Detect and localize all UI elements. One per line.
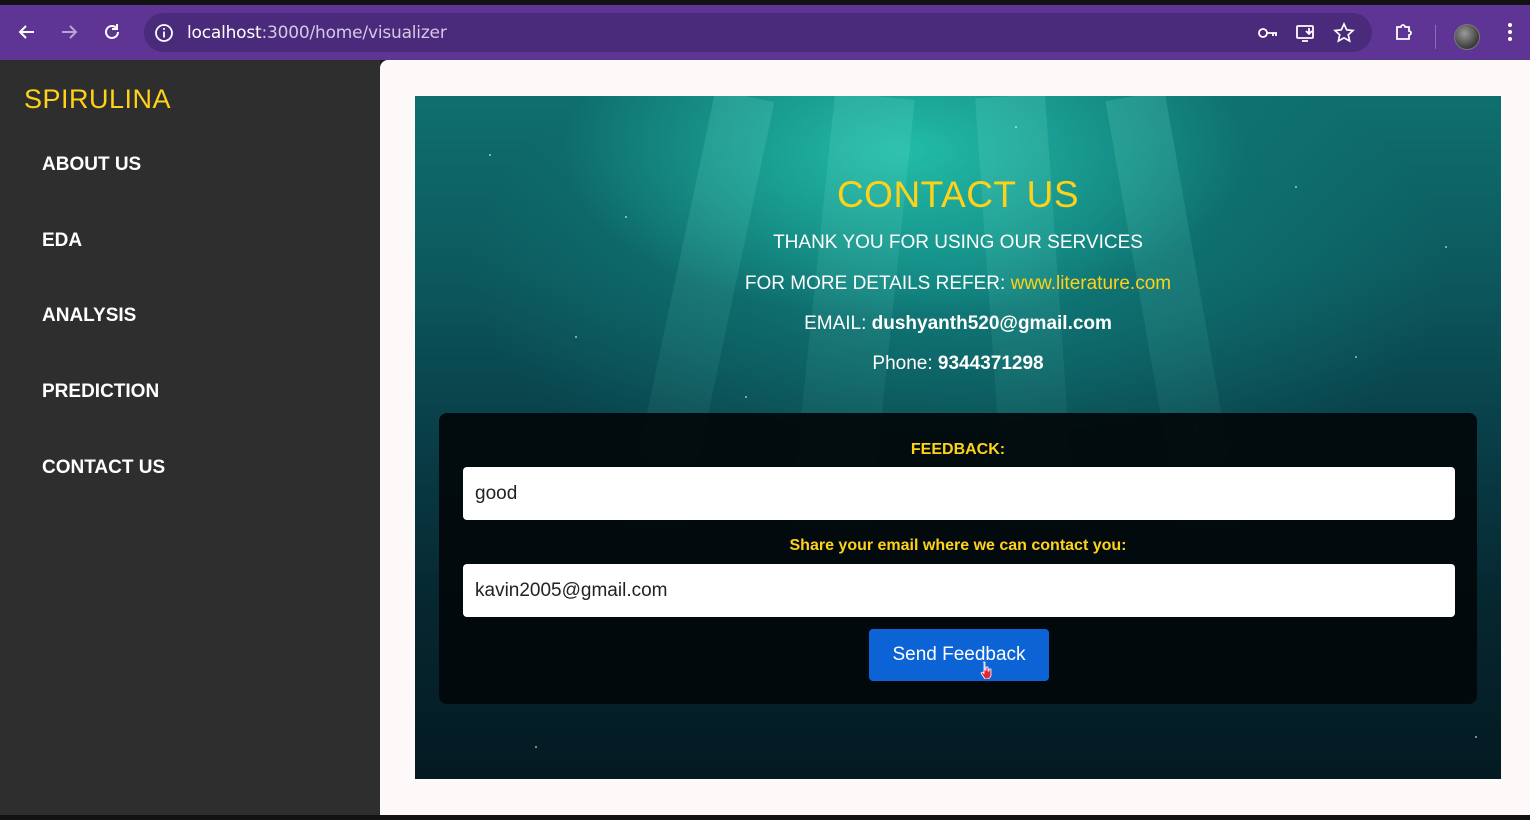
url-path: :3000/home/visualizer (261, 23, 447, 43)
sidebar-item-analysis[interactable]: ANALYSIS (42, 305, 136, 327)
window-bottom-edge (0, 815, 1530, 820)
feedback-input[interactable]: good (463, 467, 1455, 520)
particle (1475, 736, 1477, 738)
email-prefix: EMAIL: (804, 313, 867, 334)
site-info-icon[interactable] (153, 22, 175, 44)
details-prefix: FOR MORE DETAILS REFER: (744, 273, 1006, 294)
particle (489, 154, 491, 156)
contact-hero: CONTACT US THANK YOU FOR USING OUR SERVI… (415, 96, 1501, 779)
particle (535, 746, 537, 748)
main-content: CONTACT US THANK YOU FOR USING OUR SERVI… (380, 60, 1530, 815)
feedback-form: FEEDBACK: good Share your email where we… (439, 413, 1477, 704)
profile-avatar[interactable] (1454, 24, 1480, 50)
install-app-icon[interactable] (1295, 22, 1317, 44)
sidebar-item-prediction[interactable]: PREDICTION (42, 381, 159, 403)
page-title: CONTACT US (836, 174, 1080, 215)
contact-phone: 9344371298 (937, 353, 1044, 374)
hand-cursor-icon (979, 661, 993, 680)
sidebar-item-about-us[interactable]: ABOUT US (42, 154, 141, 176)
reload-icon[interactable] (97, 17, 127, 47)
thanks-text: THANK YOU FOR USING OUR SERVICES (773, 232, 1143, 253)
particle (1015, 126, 1017, 128)
sidebar-item-contact-us[interactable]: CONTACT US (42, 457, 165, 479)
particle (625, 216, 627, 218)
brand-logo[interactable]: SPIRULINA (24, 84, 171, 115)
url-host: localhost (187, 23, 262, 43)
browser-toolbar: localhost:3000/home/visualizer (0, 5, 1530, 60)
sidebar-item-eda[interactable]: EDA (42, 230, 82, 252)
sidebar: SPIRULINA ABOUT US EDA ANALYSIS PREDICTI… (0, 60, 380, 815)
email-line: EMAIL: dushyanth520@gmail.com (415, 313, 1501, 335)
email-label: Share your email where we can contact yo… (789, 537, 1127, 554)
details-line: FOR MORE DETAILS REFER: www.literature.c… (415, 273, 1501, 295)
forward-arrow-icon[interactable] (54, 17, 84, 47)
email-input[interactable]: kavin2005@gmail.com (463, 564, 1455, 617)
back-arrow-icon[interactable] (12, 17, 42, 47)
phone-line: Phone: 9344371298 (415, 353, 1501, 375)
password-key-icon[interactable] (1257, 22, 1279, 44)
url-text[interactable]: localhost:3000/home/visualizer (187, 23, 447, 43)
feedback-label: FEEDBACK: (910, 441, 1006, 458)
particle (575, 336, 577, 338)
menu-dots-icon[interactable] (1497, 19, 1523, 45)
particle (745, 396, 747, 398)
toolbar-separator (1435, 25, 1436, 49)
phone-prefix: Phone: (872, 353, 933, 374)
bookmark-star-icon[interactable] (1333, 22, 1355, 44)
send-feedback-button[interactable]: Send Feedback (869, 629, 1049, 681)
contact-email: dushyanth520@gmail.com (871, 313, 1112, 334)
literature-link[interactable]: www.literature.com (1011, 273, 1172, 294)
extensions-puzzle-icon[interactable] (1391, 19, 1417, 45)
address-bar[interactable]: localhost:3000/home/visualizer (144, 13, 1372, 52)
